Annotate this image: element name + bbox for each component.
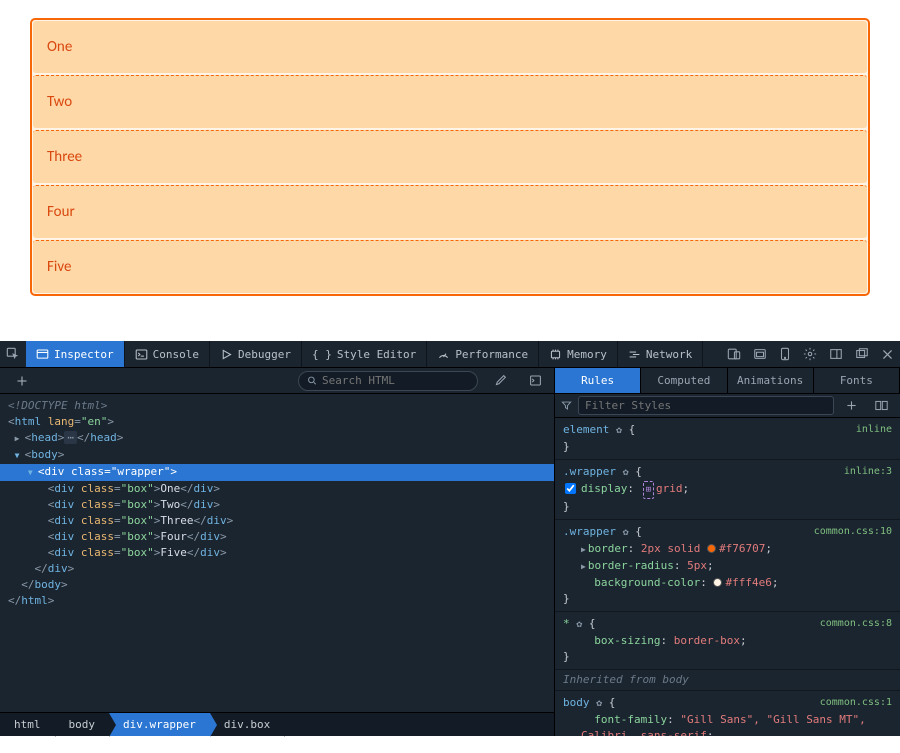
- markup-node[interactable]: <div class="box">Five</div>: [0, 545, 554, 561]
- tab-style-editor[interactable]: { } Style Editor: [302, 341, 427, 367]
- devtools-panel: Inspector Console Debugger { } Style Edi…: [0, 341, 900, 736]
- inherited-separator: Inherited from body: [555, 670, 900, 691]
- expand-toggle[interactable]: [15, 430, 25, 447]
- tab-network[interactable]: Network: [618, 341, 703, 367]
- breadcrumb-item[interactable]: body: [55, 713, 110, 736]
- markup-node[interactable]: <div class="box">Two</div>: [0, 497, 554, 513]
- tab-memory[interactable]: Memory: [539, 341, 618, 367]
- selector-target-icon[interactable]: ✿: [596, 698, 602, 709]
- rules-view[interactable]: inline element ✿ { } inline:3 .wrapper ✿…: [555, 418, 900, 736]
- tab-label: Network: [646, 348, 692, 361]
- grid-box: Two: [33, 75, 867, 128]
- tab-debugger[interactable]: Debugger: [210, 341, 302, 367]
- grid-highlight-toggle[interactable]: ⊞: [643, 481, 654, 499]
- grid-box: Three: [33, 130, 867, 183]
- tab-label: Style Editor: [337, 348, 416, 361]
- decl-toggle[interactable]: [565, 483, 576, 494]
- tab-label: Debugger: [238, 348, 291, 361]
- search-icon: [307, 375, 317, 386]
- eyedropper-icon[interactable]: [488, 368, 513, 393]
- grid-box: Five: [33, 240, 867, 293]
- rules-tab-rules[interactable]: Rules: [555, 368, 641, 393]
- mobile-icon[interactable]: [773, 341, 797, 367]
- expand-toggle[interactable]: [15, 447, 25, 464]
- rules-tab-animations[interactable]: Animations: [728, 368, 814, 393]
- selected-node[interactable]: <div class="wrapper">: [0, 464, 554, 481]
- tab-inspector[interactable]: Inspector: [26, 341, 125, 367]
- rule-source-link[interactable]: common.css:8: [820, 616, 892, 632]
- rendered-viewport: One Two Three Four Five: [0, 0, 900, 341]
- toggle-classes-icon[interactable]: [869, 394, 894, 417]
- css-rule[interactable]: common.css:10 .wrapper ✿ { ▶border: 2px …: [555, 520, 900, 612]
- color-swatch[interactable]: [713, 578, 722, 587]
- breadcrumbs: html body div.wrapper div.box: [0, 712, 554, 736]
- selector-target-icon[interactable]: ✿: [623, 467, 629, 478]
- tab-label: Memory: [567, 348, 607, 361]
- responsive-mode-icon[interactable]: [721, 341, 747, 367]
- tab-console[interactable]: Console: [125, 341, 210, 367]
- rule-source-link[interactable]: inline: [856, 422, 892, 438]
- breadcrumb-item[interactable]: div.wrapper: [109, 713, 210, 736]
- css-rule[interactable]: common.css:1 body ✿ { font-family: "Gill…: [555, 691, 900, 736]
- html-search-input[interactable]: [322, 374, 469, 387]
- markup-node[interactable]: <div class="box">Four</div>: [0, 529, 554, 545]
- dock-side-icon[interactable]: [823, 341, 849, 367]
- grid-wrapper: One Two Three Four Five: [30, 18, 870, 296]
- expand-toggle[interactable]: [28, 464, 38, 481]
- settings-icon[interactable]: [797, 341, 823, 367]
- selector-target-icon[interactable]: ✿: [623, 527, 629, 538]
- grid-box: One: [33, 21, 867, 73]
- pick-element-icon[interactable]: [0, 341, 26, 367]
- filter-styles-input[interactable]: [578, 396, 834, 415]
- close-icon[interactable]: [875, 341, 900, 367]
- tab-label: Inspector: [54, 348, 114, 361]
- tab-performance[interactable]: Performance: [427, 341, 539, 367]
- grid-box: Four: [33, 185, 867, 238]
- add-node-icon[interactable]: [10, 368, 34, 393]
- rules-tabbar: Rules Computed Animations Fonts: [555, 368, 900, 394]
- devtools-toolbar: Inspector Console Debugger { } Style Edi…: [0, 341, 900, 368]
- css-rule[interactable]: inline:3 .wrapper ✿ { display: ⊞grid; }: [555, 460, 900, 520]
- selector-target-icon[interactable]: ✿: [576, 619, 582, 630]
- html-search[interactable]: [298, 371, 478, 391]
- color-swatch[interactable]: [707, 544, 716, 553]
- css-rule[interactable]: common.css:8 * ✿ { box-sizing: border-bo…: [555, 612, 900, 670]
- dock-window-icon[interactable]: [849, 341, 875, 367]
- add-rule-icon[interactable]: [840, 394, 863, 417]
- rule-source-link[interactable]: inline:3: [844, 464, 892, 480]
- tab-label: Performance: [455, 348, 528, 361]
- filter-icon: [561, 400, 572, 411]
- markup-view[interactable]: <!DOCTYPE html> <html lang="en"> <head>⋯…: [0, 394, 554, 712]
- css-rule[interactable]: inline element ✿ { }: [555, 418, 900, 460]
- rule-source-link[interactable]: common.css:10: [814, 524, 892, 540]
- markup-node[interactable]: <div class="box">One</div>: [0, 481, 554, 497]
- markup-node[interactable]: <div class="box">Three</div>: [0, 513, 554, 529]
- rules-tab-fonts[interactable]: Fonts: [814, 368, 900, 393]
- tab-label: Console: [153, 348, 199, 361]
- split-console-icon[interactable]: [523, 368, 548, 393]
- rule-source-link[interactable]: common.css:1: [820, 695, 892, 711]
- iframe-picker-icon[interactable]: [747, 341, 773, 367]
- breadcrumb-item[interactable]: div.box: [210, 713, 284, 736]
- rules-tab-computed[interactable]: Computed: [641, 368, 727, 393]
- selector-target-icon[interactable]: ✿: [616, 425, 622, 436]
- breadcrumb-item[interactable]: html: [0, 713, 55, 736]
